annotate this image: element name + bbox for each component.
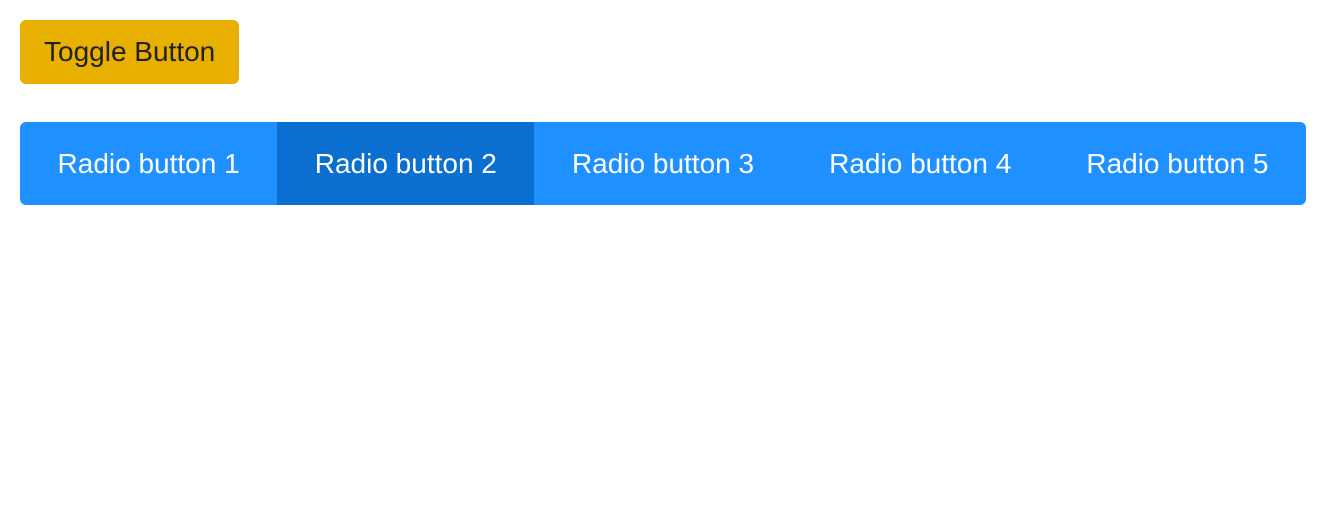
radio-button-2[interactable]: Radio button 2 — [277, 122, 534, 205]
radio-button-3[interactable]: Radio button 3 — [534, 122, 791, 205]
radio-button-group: Radio button 1 Radio button 2 Radio butt… — [20, 122, 1306, 205]
radio-button-4[interactable]: Radio button 4 — [792, 122, 1049, 205]
radio-button-5[interactable]: Radio button 5 — [1049, 122, 1306, 205]
toggle-button[interactable]: Toggle Button — [20, 20, 239, 84]
radio-button-1[interactable]: Radio button 1 — [20, 122, 277, 205]
